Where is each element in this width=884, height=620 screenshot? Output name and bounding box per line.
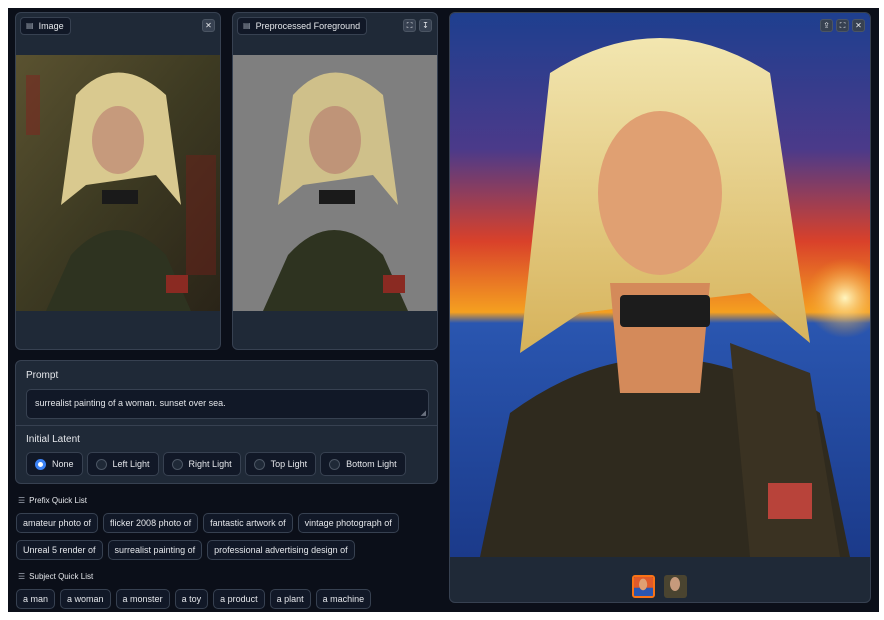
image-icon: ▤ (26, 21, 34, 30)
gallery-thumbnail-2[interactable] (664, 575, 687, 598)
prompt-form: Prompt surrealist painting of a woman. s… (15, 360, 438, 484)
prompt-text: surrealist painting of a woman. sunset o… (35, 398, 226, 408)
share-button[interactable]: ⇪ (820, 19, 833, 32)
resize-handle-icon[interactable]: ◢ (421, 409, 426, 417)
radio-right-light[interactable]: Right Light (162, 452, 241, 476)
output-image[interactable] (450, 13, 870, 557)
image-panel: ▤ Image ✕ (15, 12, 221, 350)
foreground-panel: ▤ Preprocessed Foreground ⛶ ↧ (232, 12, 438, 350)
subject-chip[interactable]: a man (16, 589, 56, 609)
radio-left-light[interactable]: Left Light (86, 452, 159, 476)
radio-top-light[interactable]: Top Light (244, 452, 317, 476)
subject-chips-row: a man a woman a monster a toy a product … (16, 589, 372, 609)
radio-none[interactable]: None (26, 452, 83, 476)
prefix-chip[interactable]: fantastic artwork of (203, 513, 293, 533)
radio-dot (171, 458, 183, 470)
gallery-thumbnail-1[interactable] (632, 575, 655, 598)
output-image-art (450, 13, 870, 557)
prefix-quick-list-label: ☰ Prefix Quick List (18, 496, 87, 505)
thumbnail-art (664, 575, 687, 598)
prefix-chip[interactable]: surrealist painting of (107, 540, 203, 560)
image-icon: ▤ (243, 21, 251, 30)
subject-chip[interactable]: a plant (269, 589, 311, 609)
prompt-label: Prompt (26, 370, 59, 381)
radio-dot (95, 458, 107, 470)
foreground-image-art (233, 55, 437, 311)
gallery-fullscreen-button[interactable]: ⛶ (836, 19, 849, 32)
prefix-chip[interactable]: amateur photo of (16, 513, 99, 533)
clear-image-button[interactable]: ✕ (202, 19, 215, 32)
output-gallery: ⇪ ⛶ ✕ (449, 12, 871, 603)
prefix-chip[interactable]: flicker 2008 photo of (103, 513, 199, 533)
list-icon: ☰ (18, 496, 26, 505)
input-image[interactable] (16, 55, 220, 311)
subject-quick-list-label: ☰ Subject Quick List (18, 572, 94, 581)
fullscreen-button[interactable]: ⛶ (403, 19, 416, 32)
radio-dot (35, 458, 46, 470)
prompt-input[interactable]: surrealist painting of a woman. sunset o… (26, 389, 429, 419)
foreground-label: ▤ Preprocessed Foreground (237, 17, 368, 35)
radio-bottom-light[interactable]: Bottom Light (320, 452, 406, 476)
thumbnail-art (634, 577, 653, 596)
foreground-image (233, 55, 437, 311)
subject-chip[interactable]: a machine (315, 589, 372, 609)
download-button[interactable]: ↧ (419, 19, 432, 32)
image-label: ▤ Image (20, 17, 71, 35)
input-image-art (16, 55, 220, 311)
prefix-chips-row-1: amateur photo of flicker 2008 photo of f… (16, 513, 399, 533)
radio-dot (253, 458, 265, 470)
radio-dot (329, 458, 341, 470)
divider (16, 425, 437, 426)
prefix-chips-row-2: Unreal 5 render of surrealist painting o… (16, 540, 355, 560)
subject-chip[interactable]: a product (213, 589, 265, 609)
subject-chip[interactable]: a monster (115, 589, 170, 609)
prefix-chip[interactable]: Unreal 5 render of (16, 540, 103, 560)
prefix-chip[interactable]: professional advertising design of (207, 540, 355, 560)
subject-chip[interactable]: a woman (60, 589, 111, 609)
app-root: ▤ Image ✕ ▤ Preprocessed Foreground ⛶ ↧ … (8, 8, 879, 612)
initial-latent-label: Initial Latent (26, 434, 80, 445)
gallery-close-button[interactable]: ✕ (852, 19, 865, 32)
prefix-chip[interactable]: vintage photograph of (297, 513, 399, 533)
list-icon: ☰ (18, 572, 26, 581)
initial-latent-radio-group: None Left Light Right Light Top Light Bo… (26, 452, 406, 476)
subject-chip[interactable]: a toy (174, 589, 209, 609)
